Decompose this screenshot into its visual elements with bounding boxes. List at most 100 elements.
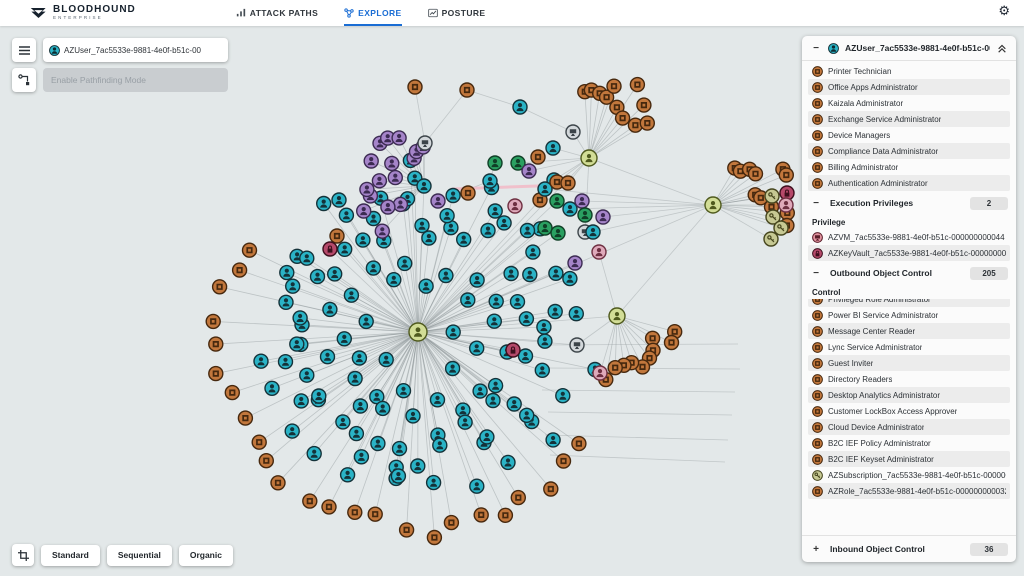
graph-node-role[interactable]	[408, 80, 422, 94]
graph-node-user[interactable]	[483, 174, 497, 188]
graph-node-user[interactable]	[446, 189, 460, 203]
graph-node-user[interactable]	[398, 256, 412, 270]
graph-node-user[interactable]	[457, 233, 471, 247]
graph-node-user[interactable]	[293, 311, 307, 325]
graph-node-user[interactable]	[280, 266, 294, 280]
graph-node-user[interactable]	[526, 245, 540, 259]
graph-node-role[interactable]	[640, 116, 654, 130]
graph-node-role[interactable]	[271, 476, 285, 490]
graph-node-role[interactable]	[474, 508, 488, 522]
graph-node-user[interactable]	[519, 312, 533, 326]
graph-node-user[interactable]	[300, 251, 314, 265]
pathfinding-button[interactable]	[12, 68, 36, 92]
graph-node-user[interactable]	[338, 242, 352, 256]
graph-node-user[interactable]	[440, 209, 454, 223]
graph-node-user[interactable]	[254, 354, 268, 368]
graph-node-role[interactable]	[749, 167, 763, 181]
graph-node-user[interactable]	[470, 341, 484, 355]
graph-node-crimson[interactable]	[506, 343, 520, 357]
graph-node-user[interactable]	[458, 415, 472, 429]
graph-node-role[interactable]	[616, 111, 630, 125]
graph-node-pink[interactable]	[508, 199, 522, 213]
list-item[interactable]: Device Managers	[808, 127, 1010, 143]
app-logo[interactable]: BLOODHOUND ENTERPRISE	[30, 5, 136, 21]
collapse-all-icon[interactable]	[996, 42, 1008, 54]
menu-button[interactable]	[12, 38, 36, 62]
graph-node-purple[interactable]	[388, 171, 402, 185]
graph-node-pink[interactable]	[592, 245, 606, 259]
graph-node-user[interactable]	[470, 273, 484, 287]
graph-node-user[interactable]	[523, 268, 537, 282]
list-item[interactable]: Customer LockBox Access Approver	[808, 403, 1010, 419]
graph-node-user[interactable]	[332, 193, 346, 207]
list-item[interactable]: Kaizala Administrator	[808, 95, 1010, 111]
graph-node-user[interactable]	[439, 269, 453, 283]
graph-node-role[interactable]	[243, 243, 257, 257]
graph-node-user[interactable]	[300, 368, 314, 382]
graph-node-role[interactable]	[330, 229, 344, 243]
graph-node-user[interactable]	[513, 100, 527, 114]
graph-node-crimson[interactable]	[323, 242, 337, 256]
graph-node-user[interactable]	[569, 307, 583, 321]
layout-sequential-button[interactable]: Sequential	[107, 545, 172, 566]
graph-node-user[interactable]	[323, 302, 337, 316]
tab-attack-paths[interactable]: ATTACK PATHS	[236, 0, 318, 26]
graph-node-user[interactable]	[433, 438, 447, 452]
graph-node-role[interactable]	[206, 314, 220, 328]
graph-node-user[interactable]	[376, 401, 390, 415]
fit-view-button[interactable]	[12, 544, 34, 566]
graph-node-purple[interactable]	[596, 210, 610, 224]
graph-node-user[interactable]	[546, 141, 560, 155]
graph-node-role[interactable]	[427, 531, 441, 545]
graph-node-role[interactable]	[348, 505, 362, 519]
graph-node-role[interactable]	[209, 367, 223, 381]
graph-node-role[interactable]	[213, 280, 227, 294]
graph-node-purple[interactable]	[381, 200, 395, 214]
graph-node-role[interactable]	[544, 482, 558, 496]
graph-node-device[interactable]	[566, 125, 580, 139]
graph-node-role[interactable]	[608, 361, 622, 375]
graph-node-role[interactable]	[779, 168, 793, 182]
graph-node-user[interactable]	[549, 266, 563, 280]
graph-node-purple[interactable]	[568, 256, 582, 270]
graph-node-role[interactable]	[498, 508, 512, 522]
graph-node-user[interactable]	[486, 394, 500, 408]
graph-node-green[interactable]	[538, 221, 552, 235]
graph-node-role[interactable]	[225, 386, 239, 400]
graph-node-user[interactable]	[415, 219, 429, 233]
graph-node-role[interactable]	[630, 78, 644, 92]
graph-node-role[interactable]	[368, 507, 382, 521]
graph-node-subscription[interactable]	[765, 189, 779, 203]
graph-node-user[interactable]	[480, 430, 494, 444]
graph-node-user[interactable]	[286, 279, 300, 293]
graph-node-user[interactable]	[497, 216, 511, 230]
graph-node-purple[interactable]	[393, 197, 407, 211]
list-item[interactable]: Power BI Service Administrator	[808, 307, 1010, 323]
graph-node-user[interactable]	[419, 279, 433, 293]
graph-node-role[interactable]	[444, 516, 458, 530]
graph-node-user[interactable]	[406, 409, 420, 423]
graph-node-user[interactable]	[470, 479, 484, 493]
graph-node-user[interactable]	[489, 294, 503, 308]
graph-node-user[interactable]	[290, 337, 304, 351]
list-item[interactable]: Lync Service Administrator	[808, 339, 1010, 355]
graph-node-user[interactable]	[537, 320, 551, 334]
graph-node-subscription[interactable]	[774, 221, 788, 235]
graph-node-user[interactable]	[417, 179, 431, 193]
graph-node-user[interactable]	[535, 363, 549, 377]
graph-node-user[interactable]	[337, 332, 351, 346]
graph-node-role[interactable]	[461, 186, 475, 200]
list-item[interactable]: Message Center Reader	[808, 323, 1010, 339]
graph-node-user[interactable]	[294, 394, 308, 408]
graph-node-selected[interactable]	[581, 150, 597, 166]
list-item[interactable]: AZKeyVault_7ac5533e-9881-4e0f-b51c-00000…	[808, 245, 1010, 261]
graph-node-user[interactable]	[366, 261, 380, 275]
graph-node-pink[interactable]	[779, 198, 793, 212]
graph-node-user[interactable]	[354, 450, 368, 464]
graph-node-user[interactable]	[387, 273, 401, 287]
graph-node-role[interactable]	[233, 263, 247, 277]
graph-node-role[interactable]	[665, 336, 679, 350]
graph-node-user[interactable]	[307, 447, 321, 461]
list-item[interactable]: Office Apps Administrator	[808, 79, 1010, 95]
graph-node-user[interactable]	[321, 350, 335, 364]
